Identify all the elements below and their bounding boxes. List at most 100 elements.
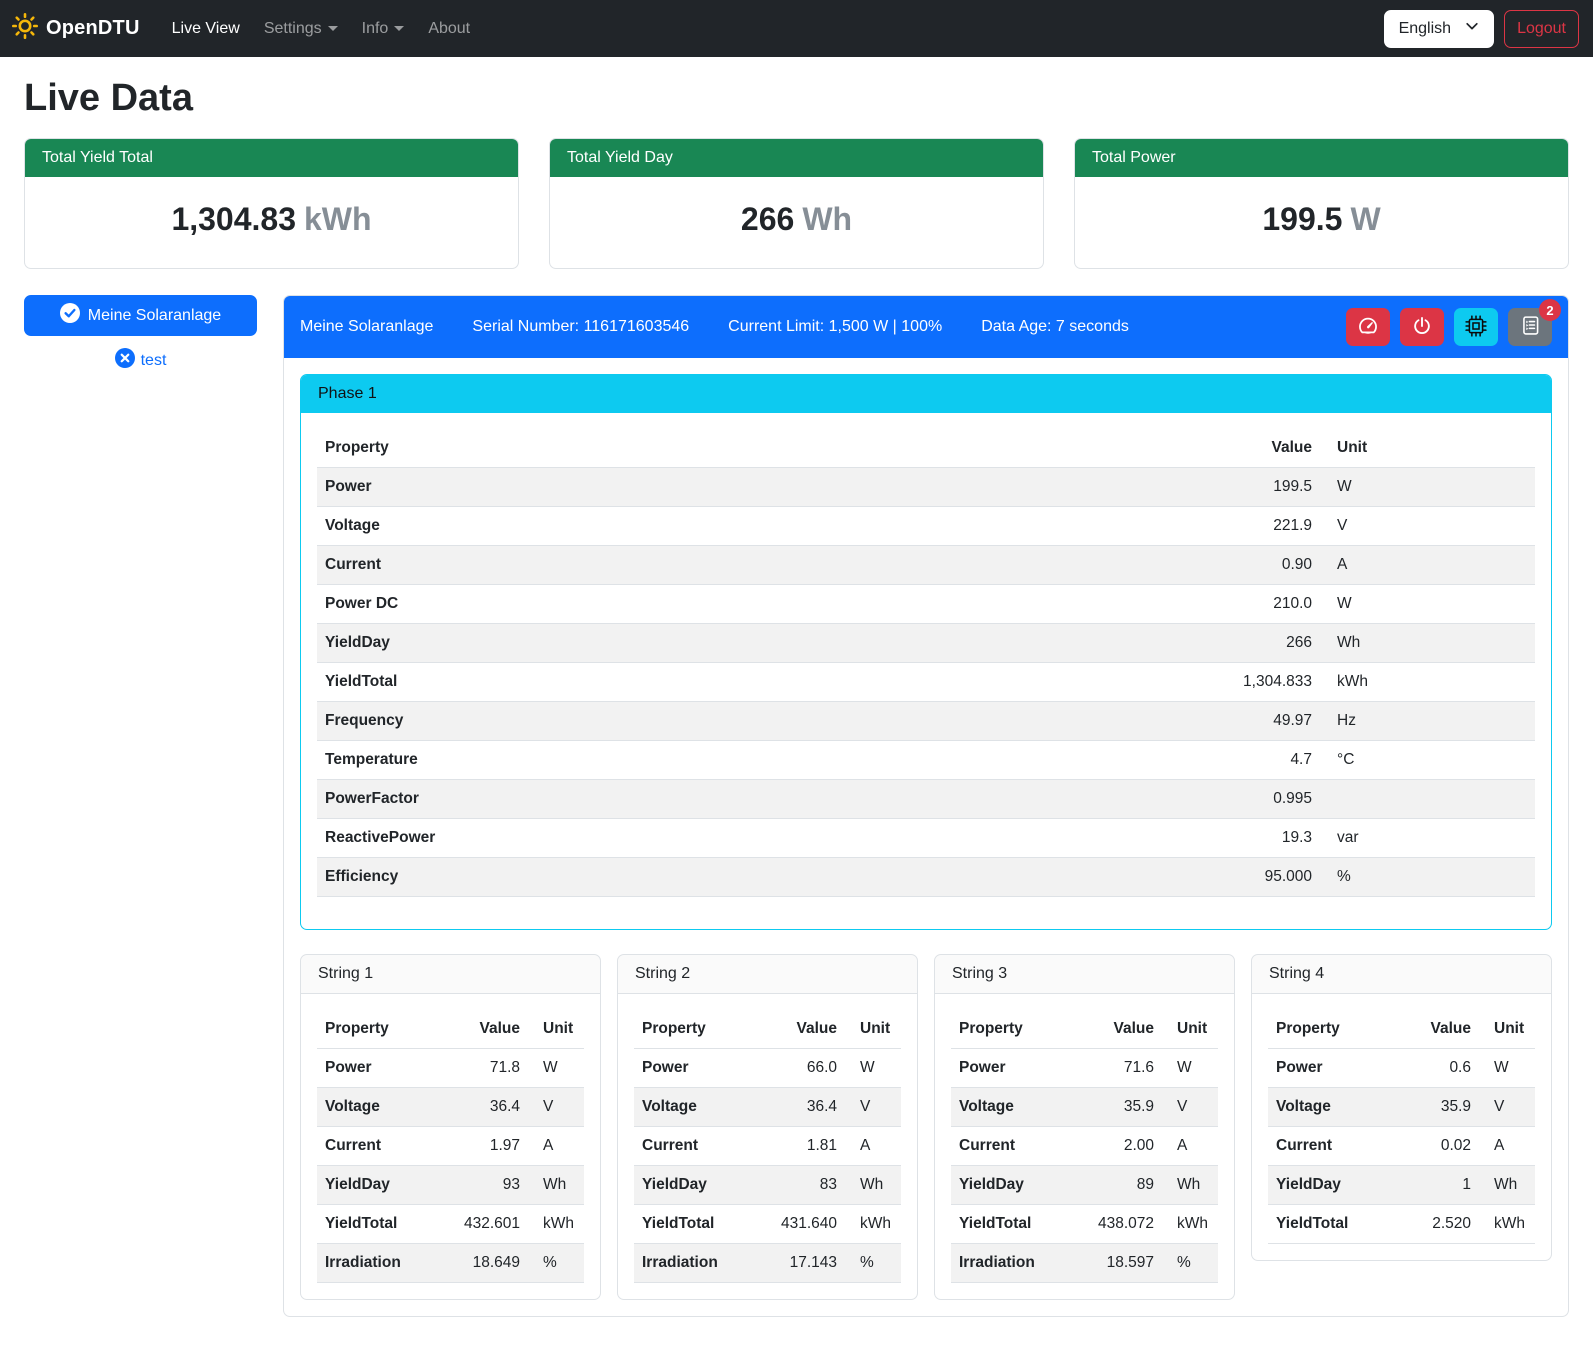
string-4-table: Property Value Unit Power0.6WVoltage35.9… — [1268, 1010, 1535, 1244]
column-header-value: Value — [1072, 1010, 1162, 1049]
brand[interactable]: OpenDTU — [12, 13, 140, 44]
row-property: Power — [1268, 1049, 1389, 1088]
row-property: YieldTotal — [317, 1205, 438, 1244]
column-header-value: Value — [1389, 1010, 1479, 1049]
table-header-row: Property Value Unit — [634, 1010, 901, 1049]
row-property: PowerFactor — [317, 780, 1190, 819]
summary-card-body: 199.5W — [1075, 177, 1568, 268]
table-header-row: Property Value Unit — [1268, 1010, 1535, 1049]
row-property: Power — [634, 1049, 755, 1088]
column-header-property: Property — [1268, 1010, 1389, 1049]
row-property: Irradiation — [951, 1244, 1072, 1283]
row-unit: V — [845, 1088, 901, 1127]
row-property: Power — [951, 1049, 1072, 1088]
row-property: YieldTotal — [634, 1205, 755, 1244]
row-unit: W — [528, 1049, 584, 1088]
row-unit: W — [845, 1049, 901, 1088]
inverter-sidebar: Meine Solaranlage test — [24, 295, 257, 373]
row-unit: Wh — [1479, 1166, 1535, 1205]
table-row: Power DC210.0W — [317, 585, 1535, 624]
event-count-badge: 2 — [1539, 299, 1561, 321]
nav-item-live-view[interactable]: Live View — [164, 12, 248, 46]
table-row: Current1.81A — [634, 1127, 901, 1166]
row-unit: A — [845, 1127, 901, 1166]
row-property: Voltage — [951, 1088, 1072, 1127]
table-row: Power71.6W — [951, 1049, 1218, 1088]
table-row: YieldDay1Wh — [1268, 1166, 1535, 1205]
event-log-button[interactable]: 2 — [1508, 308, 1552, 346]
row-value: 1 — [1389, 1166, 1479, 1205]
journal-icon — [1520, 315, 1541, 339]
row-unit: % — [1320, 858, 1535, 897]
row-value: 1.81 — [755, 1127, 845, 1166]
row-property: YieldDay — [317, 624, 1190, 663]
table-row: Temperature4.7°C — [317, 741, 1535, 780]
column-header-value: Value — [755, 1010, 845, 1049]
row-property: Current — [951, 1127, 1072, 1166]
row-unit: V — [1320, 507, 1535, 546]
table-row: Current1.97A — [317, 1127, 584, 1166]
row-property: Voltage — [317, 1088, 438, 1127]
table-row: Frequency49.97Hz — [317, 702, 1535, 741]
phase-card: Phase 1 Property Value Unit Power199.5WV… — [300, 374, 1552, 930]
nav-item-info[interactable]: Info — [354, 12, 413, 46]
power-button[interactable] — [1400, 308, 1444, 346]
check-circle-icon — [60, 303, 80, 328]
row-value: 2.00 — [1072, 1127, 1162, 1166]
row-unit: kWh — [1479, 1205, 1535, 1244]
limit-settings-button[interactable] — [1346, 308, 1390, 346]
row-property: Voltage — [1268, 1088, 1389, 1127]
row-unit: W — [1320, 585, 1535, 624]
caret-down-icon — [328, 26, 338, 31]
inverter-panel-body: Phase 1 Property Value Unit Power199.5WV… — [284, 358, 1568, 1316]
row-property: Power — [317, 1049, 438, 1088]
row-value: 89 — [1072, 1166, 1162, 1205]
nav-item-about[interactable]: About — [420, 12, 478, 46]
row-property: YieldTotal — [951, 1205, 1072, 1244]
table-row: Irradiation18.597% — [951, 1244, 1218, 1283]
row-value: 432.601 — [438, 1205, 528, 1244]
table-row: YieldTotal432.601kWh — [317, 1205, 584, 1244]
row-property: Efficiency — [317, 858, 1190, 897]
row-unit: var — [1320, 819, 1535, 858]
row-unit: A — [1479, 1127, 1535, 1166]
row-value: 266 — [1190, 624, 1320, 663]
row-value: 199.5 — [1190, 468, 1320, 507]
language-select[interactable]: English — [1384, 10, 1494, 48]
row-unit: °C — [1320, 741, 1535, 780]
nav-item-settings[interactable]: Settings — [256, 12, 346, 46]
summary-value: 1,304.83 — [171, 201, 296, 237]
column-header-property: Property — [317, 1010, 438, 1049]
row-unit: kWh — [845, 1205, 901, 1244]
inverter-selector-active[interactable]: Meine Solaranlage — [24, 295, 257, 336]
table-row: Current0.02A — [1268, 1127, 1535, 1166]
table-row: YieldTotal438.072kWh — [951, 1205, 1218, 1244]
row-property: Current — [317, 546, 1190, 585]
string-card-body: Property Value Unit Power71.6WVoltage35.… — [935, 994, 1234, 1283]
table-row: Power71.8W — [317, 1049, 584, 1088]
logout-button[interactable]: Logout — [1504, 10, 1579, 48]
phase-table: Property Value Unit Power199.5WVoltage22… — [317, 429, 1535, 897]
row-value: 35.9 — [1072, 1088, 1162, 1127]
language-value: English — [1399, 20, 1451, 38]
summary-card-title: Total Yield Total — [25, 139, 518, 177]
inverter-selector-label: Meine Solaranlage — [88, 307, 221, 325]
row-property: YieldTotal — [317, 663, 1190, 702]
row-value: 0.6 — [1389, 1049, 1479, 1088]
row-property: Frequency — [317, 702, 1190, 741]
string-card-3: String 3 Property Value Unit — [934, 954, 1235, 1300]
row-unit: Hz — [1320, 702, 1535, 741]
inverter-limit: Current Limit: 1,500 W | 100% — [728, 318, 942, 336]
device-info-button[interactable] — [1454, 308, 1498, 346]
row-unit: W — [1320, 468, 1535, 507]
row-value: 18.649 — [438, 1244, 528, 1283]
row-value: 49.97 — [1190, 702, 1320, 741]
table-header-row: Property Value Unit — [317, 429, 1535, 468]
string-1-table: Property Value Unit Power71.8WVoltage36.… — [317, 1010, 584, 1283]
row-property: Irradiation — [634, 1244, 755, 1283]
inverter-data-age: Data Age: 7 seconds — [981, 318, 1129, 336]
inverter-selector-test[interactable]: test — [24, 348, 257, 373]
row-property: Current — [1268, 1127, 1389, 1166]
table-row: Voltage35.9V — [951, 1088, 1218, 1127]
row-unit — [1320, 780, 1535, 819]
